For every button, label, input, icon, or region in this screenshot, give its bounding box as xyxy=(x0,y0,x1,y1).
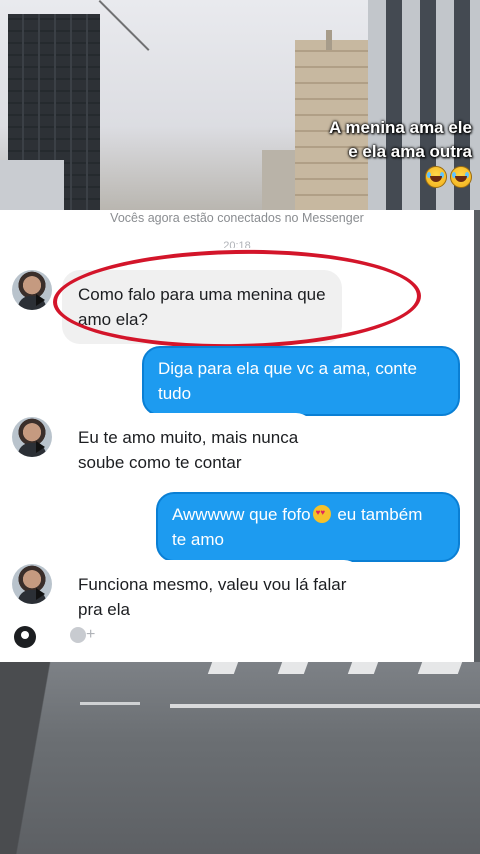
road-curb xyxy=(0,662,90,854)
message-line: Funciona mesmo, valeu vou lá falar xyxy=(78,575,347,594)
message-line: Eu te amo muito, mais nunca xyxy=(78,428,299,447)
crosswalk-stripe xyxy=(417,662,463,674)
message-bubble-outgoing[interactable]: Diga para ela que vc a ama, conte tudo xyxy=(142,346,460,416)
avatar[interactable] xyxy=(12,564,52,604)
crosswalk-stripe xyxy=(207,662,239,674)
laughing-emoji-icon xyxy=(425,165,447,188)
message-text: eu também xyxy=(337,505,423,524)
message-bubble-incoming[interactable]: Funciona mesmo, valeu vou lá falar pra e… xyxy=(62,560,363,634)
overhead-wire xyxy=(98,0,150,51)
play-icon xyxy=(36,441,45,453)
timestamp: 20:18 xyxy=(223,240,251,248)
building-spire xyxy=(326,30,332,50)
lane-marking xyxy=(170,704,480,708)
system-message: Vocês agora estão conectados no Messenge… xyxy=(110,211,364,225)
play-icon xyxy=(36,588,45,600)
plus-label: + xyxy=(86,626,96,643)
overlay-caption: A menina ama ele e ela ama outra xyxy=(282,116,472,188)
heart-eyes-emoji-icon: ♥♥ xyxy=(312,505,331,523)
message-bubble-incoming[interactable]: Eu te amo muito, mais nunca soube como t… xyxy=(62,413,315,487)
messenger-chat: Vocês agora estão conectados no Messenge… xyxy=(0,210,474,662)
play-icon xyxy=(36,294,45,306)
building-low xyxy=(0,160,64,210)
message-line: te amo xyxy=(172,530,224,549)
message-text: Awwwww que fofo xyxy=(172,505,311,524)
lane-marking xyxy=(80,702,140,705)
message-line: Diga para ela que vc a ama, conte xyxy=(158,359,417,378)
background-strip xyxy=(474,210,480,662)
red-circle-annotation xyxy=(52,246,422,352)
message-line: tudo xyxy=(158,384,192,403)
profile-presence-icon[interactable] xyxy=(14,626,36,648)
caption-emojis xyxy=(282,164,472,188)
crosswalk-stripe xyxy=(347,662,379,674)
add-reaction-button[interactable]: + xyxy=(70,626,95,644)
message-line: soube como te contar xyxy=(78,453,242,472)
avatar[interactable] xyxy=(12,417,52,457)
background-road-photo xyxy=(0,662,480,854)
message-bubble-outgoing[interactable]: Awwwww que fofo ♥♥ eu também te amo xyxy=(156,492,460,562)
crosswalk-stripe xyxy=(277,662,309,674)
caption-line-1: A menina ama ele xyxy=(329,118,472,137)
smiley-icon xyxy=(70,626,86,643)
avatar[interactable] xyxy=(12,270,52,310)
laughing-emoji-icon xyxy=(450,165,472,188)
message-line: pra ela xyxy=(78,600,130,619)
caption-line-2: e ela ama outra xyxy=(348,142,472,161)
